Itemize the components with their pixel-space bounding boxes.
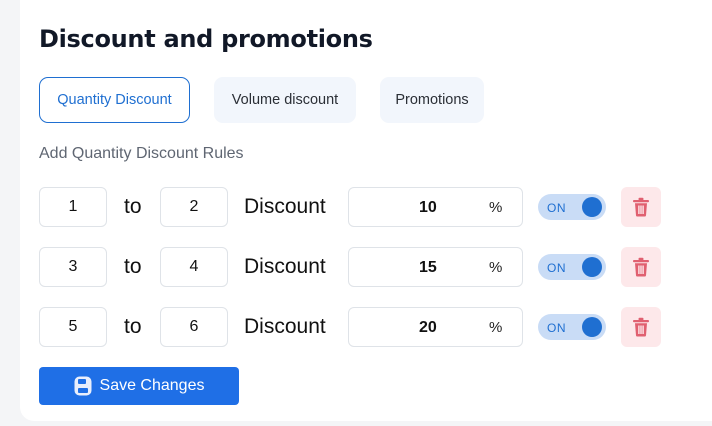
discount-percent-input[interactable]: 10 % bbox=[348, 187, 523, 227]
to-quantity-input[interactable]: 2 bbox=[160, 187, 228, 227]
tab-promotions[interactable]: Promotions bbox=[380, 77, 484, 123]
to-label: to bbox=[124, 195, 142, 218]
save-changes-button[interactable]: Save Changes bbox=[39, 367, 239, 405]
save-changes-label: Save Changes bbox=[99, 377, 205, 394]
discount-value: 15 bbox=[419, 259, 437, 276]
discount-percent-input[interactable]: 15 % bbox=[348, 247, 523, 287]
discount-label: Discount bbox=[244, 315, 326, 338]
rule-toggle[interactable]: ON bbox=[538, 194, 606, 220]
toggle-knob bbox=[582, 317, 602, 337]
to-label: to bbox=[124, 255, 142, 278]
save-icon bbox=[74, 376, 92, 396]
to-quantity-input[interactable]: 4 bbox=[160, 247, 228, 287]
discount-label: Discount bbox=[244, 195, 326, 218]
section-subtitle: Add Quantity Discount Rules bbox=[39, 145, 244, 162]
toggle-knob bbox=[582, 197, 602, 217]
from-quantity-input[interactable]: 3 bbox=[39, 247, 107, 287]
percent-unit: % bbox=[489, 199, 503, 216]
percent-unit: % bbox=[489, 259, 503, 276]
from-quantity-input[interactable]: 5 bbox=[39, 307, 107, 347]
trash-icon bbox=[633, 197, 649, 217]
tab-quantity-discount[interactable]: Quantity Discount bbox=[39, 77, 190, 123]
rule-toggle[interactable]: ON bbox=[538, 254, 606, 280]
to-label: to bbox=[124, 315, 142, 338]
discount-percent-input[interactable]: 20 % bbox=[348, 307, 523, 347]
toggle-knob bbox=[582, 257, 602, 277]
toggle-label: ON bbox=[547, 261, 566, 275]
trash-icon bbox=[633, 257, 649, 277]
rule-toggle[interactable]: ON bbox=[538, 314, 606, 340]
delete-rule-button[interactable] bbox=[621, 307, 661, 347]
discount-value: 10 bbox=[419, 199, 437, 216]
discount-label: Discount bbox=[244, 255, 326, 278]
delete-rule-button[interactable] bbox=[621, 187, 661, 227]
delete-rule-button[interactable] bbox=[621, 247, 661, 287]
from-quantity-input[interactable]: 1 bbox=[39, 187, 107, 227]
trash-icon bbox=[633, 317, 649, 337]
percent-unit: % bbox=[489, 319, 503, 336]
discount-value: 20 bbox=[419, 319, 437, 336]
toggle-label: ON bbox=[547, 201, 566, 215]
tab-volume-discount[interactable]: Volume discount bbox=[214, 77, 356, 123]
page-title: Discount and promotions bbox=[39, 25, 373, 53]
toggle-label: ON bbox=[547, 321, 566, 335]
to-quantity-input[interactable]: 6 bbox=[160, 307, 228, 347]
